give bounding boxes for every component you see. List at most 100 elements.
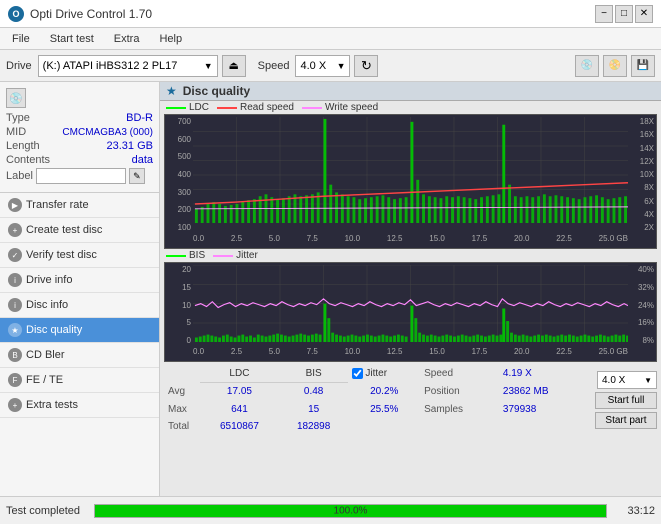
menu-start-test[interactable]: Start test <box>46 32 98 46</box>
y-right-14x: 14X <box>640 144 654 153</box>
start-part-button[interactable]: Start part <box>595 412 657 429</box>
disc-info-label: Disc info <box>26 299 68 311</box>
titlebar-left: O Opti Drive Control 1.70 <box>8 6 152 22</box>
label-label: Label <box>6 170 33 182</box>
total-ldc: 6510867 <box>200 418 279 435</box>
sidebar-item-disc-info[interactable]: i Disc info <box>0 293 159 318</box>
progress-label: 100.0% <box>334 505 368 516</box>
x-25: 25.0 GB <box>599 234 628 248</box>
disc-icon-button[interactable]: 📀 <box>603 55 627 77</box>
mid-value: CMCMAGBA3 (000) <box>62 127 153 138</box>
sidebar-item-create-test-disc[interactable]: + Create test disc <box>0 218 159 243</box>
sidebar-item-verify-test-disc[interactable]: ✓ Verify test disc <box>0 243 159 268</box>
bis-col-header: BIS <box>279 365 349 383</box>
disc-quality-panel: ★ Disc quality LDC Read speed Write spee… <box>160 82 661 524</box>
bx-20: 20.0 <box>514 347 530 361</box>
position-static-label: Position <box>420 383 499 401</box>
sidebar: 💿 Type BD-R MID CMCMAGBA3 (000) Length 2… <box>0 82 160 524</box>
y-right-16x: 16X <box>640 130 654 139</box>
contents-value: data <box>132 154 153 166</box>
samples-val: 379938 <box>499 401 589 418</box>
menu-extra[interactable]: Extra <box>110 32 144 46</box>
read-speed-color <box>217 107 237 109</box>
x-22.5: 22.5 <box>556 234 572 248</box>
type-value: BD-R <box>126 112 153 124</box>
y-label-200: 200 <box>165 205 193 214</box>
max-row-label: Max <box>164 401 200 418</box>
create-test-disc-icon: + <box>8 223 22 237</box>
by-right-16: 16% <box>638 318 654 327</box>
by-label-20: 20 <box>165 265 193 274</box>
avg-bis: 0.48 <box>279 383 349 401</box>
extra-tests-icon: + <box>8 398 22 412</box>
drive-select-arrow: ▼ <box>204 61 213 71</box>
disc-icon: 💿 <box>6 88 26 108</box>
disc-contents-row: Contents data <box>6 154 153 166</box>
menu-file[interactable]: File <box>8 32 34 46</box>
length-value: 23.31 GB <box>107 140 153 152</box>
bx-0: 0.0 <box>193 347 204 361</box>
jitter-checkbox[interactable] <box>352 368 363 379</box>
y-right-2x: 2X <box>644 223 654 232</box>
menu-help[interactable]: Help <box>155 32 186 46</box>
speed-select-arrow: ▼ <box>644 376 652 385</box>
sidebar-item-drive-info[interactable]: i Drive info <box>0 268 159 293</box>
refresh-button[interactable]: ↻ <box>354 55 378 77</box>
disc-info-header: 💿 <box>6 88 153 108</box>
by-label-5: 5 <box>165 318 193 327</box>
maximize-button[interactable]: □ <box>615 5 633 23</box>
cd-bler-label: CD Bler <box>26 349 65 361</box>
write-speed-label: Write speed <box>325 102 378 113</box>
content-area: ★ Disc quality LDC Read speed Write spee… <box>160 82 661 524</box>
start-full-button[interactable]: Start full <box>595 392 657 409</box>
fe-te-icon: F <box>8 373 22 387</box>
dq-icon: ★ <box>166 84 177 98</box>
top-legend: LDC Read speed Write speed <box>160 101 661 114</box>
label-input[interactable] <box>36 168 126 184</box>
x-10: 10.0 <box>345 234 361 248</box>
app-title: Opti Drive Control 1.70 <box>30 7 152 21</box>
speed-select-control[interactable]: 4.0 X ▼ <box>597 371 657 389</box>
by-right-8: 8% <box>642 336 654 345</box>
create-test-disc-label: Create test disc <box>26 224 102 236</box>
bx-15: 15.0 <box>429 347 445 361</box>
disc-info-panel: 💿 Type BD-R MID CMCMAGBA3 (000) Length 2… <box>0 82 159 193</box>
close-button[interactable]: ✕ <box>635 5 653 23</box>
bx-12.5: 12.5 <box>387 347 403 361</box>
drive-label: Drive <box>6 60 32 72</box>
transfer-rate-icon: ▶ <box>8 198 22 212</box>
sidebar-item-cd-bler[interactable]: B CD Bler <box>0 343 159 368</box>
avg-ldc: 17.05 <box>200 383 279 401</box>
titlebar-controls: − □ ✕ <box>595 5 653 23</box>
speed-arrow: ▼ <box>337 61 346 71</box>
minimize-button[interactable]: − <box>595 5 613 23</box>
sidebar-item-extra-tests[interactable]: + Extra tests <box>0 393 159 418</box>
total-bis: 182898 <box>279 418 349 435</box>
main-area: 💿 Type BD-R MID CMCMAGBA3 (000) Length 2… <box>0 82 661 524</box>
y-axis-right-top: 18X 16X 14X 12X 10X 8X 6X 4X 2X <box>628 115 656 234</box>
y-axis-left-top: 700 600 500 400 300 200 100 <box>165 115 193 234</box>
disc-type-row: Type BD-R <box>6 112 153 124</box>
x-17.5: 17.5 <box>472 234 488 248</box>
disc-length-row: Length 23.31 GB <box>6 140 153 152</box>
drive-select[interactable]: (K:) ATAPI iHBS312 2 PL17 ▼ <box>38 55 218 77</box>
by-label-15: 15 <box>165 283 193 292</box>
transfer-rate-label: Transfer rate <box>26 199 89 211</box>
stats-area: LDC BIS Jitter Speed 4.19 X Avg <box>160 362 661 438</box>
type-label: Type <box>6 112 30 124</box>
y-axis-left-bottom: 20 15 10 5 0 <box>165 263 193 347</box>
bx-5: 5.0 <box>269 347 280 361</box>
sidebar-item-fe-te[interactable]: F FE / TE <box>0 368 159 393</box>
ldc-label: LDC <box>189 102 209 113</box>
extra-tests-label: Extra tests <box>26 399 78 411</box>
speed-val: 4.19 X <box>499 365 589 383</box>
burn-icon-button[interactable]: 💿 <box>575 55 599 77</box>
sidebar-item-disc-quality[interactable]: ★ Disc quality <box>0 318 159 343</box>
save-button[interactable]: 💾 <box>631 55 655 77</box>
label-edit-button[interactable]: ✎ <box>129 168 145 184</box>
y-axis-right-bottom: 40% 32% 24% 16% 8% <box>628 263 656 347</box>
speed-select[interactable]: 4.0 X ▼ <box>295 55 350 77</box>
eject-button[interactable]: ⏏ <box>222 55 246 77</box>
total-row-label: Total <box>164 418 200 435</box>
sidebar-item-transfer-rate[interactable]: ▶ Transfer rate <box>0 193 159 218</box>
